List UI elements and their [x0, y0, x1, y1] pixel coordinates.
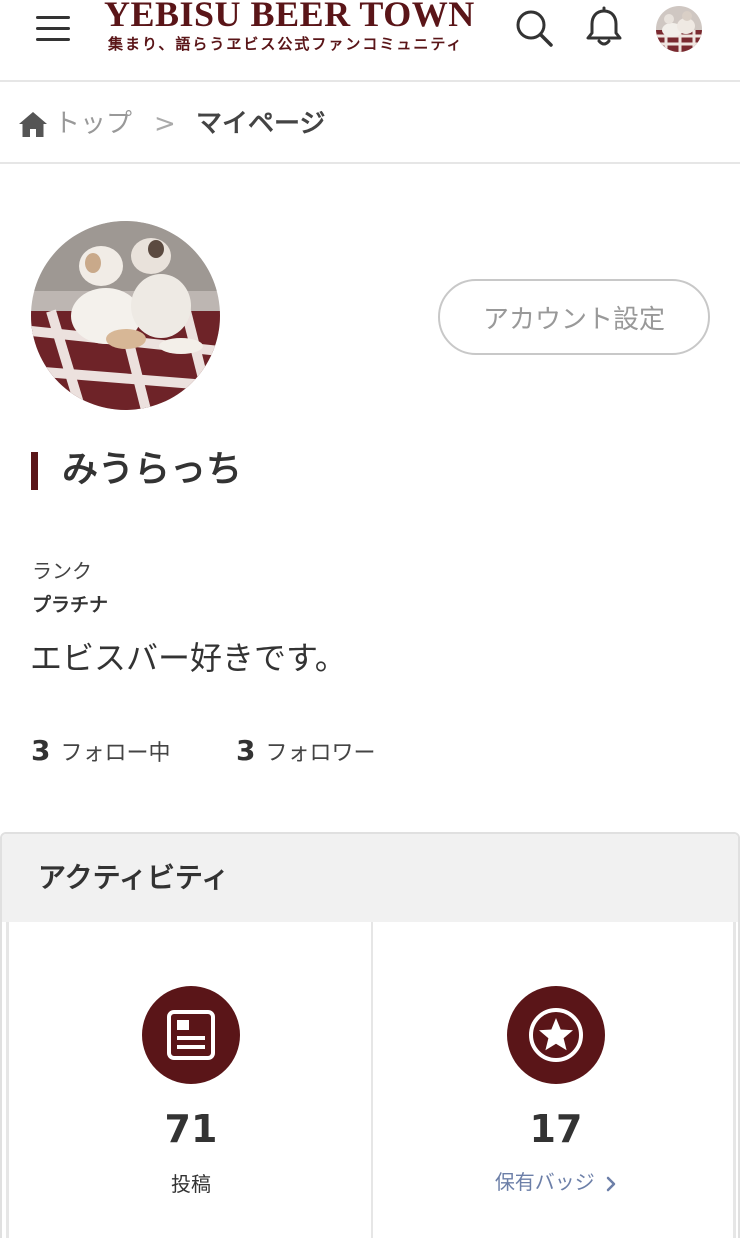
posts-count: 71	[164, 1107, 218, 1151]
breadcrumb-current: マイページ	[196, 109, 326, 139]
following-link[interactable]: 3 フォロー中	[31, 734, 171, 767]
activity-grid: 71 投稿 17 保有バッジ	[6, 922, 736, 1238]
followers-label: フォロワー	[265, 741, 376, 766]
home-icon	[19, 112, 47, 137]
following-count: 3	[31, 734, 51, 767]
breadcrumb: トップ > マイページ	[0, 84, 740, 164]
breadcrumb-home[interactable]: トップ	[18, 108, 132, 140]
chevron-right-icon	[606, 1176, 616, 1191]
activity-header: アクティビティ	[2, 834, 738, 922]
followers-link[interactable]: 3 フォロワー	[236, 734, 376, 767]
profile-avatar	[31, 221, 220, 410]
logo-title: YEBISU BEER TOWN	[104, 0, 475, 34]
posts-label: 投稿	[171, 1172, 211, 1196]
site-header: YEBISU BEER TOWN 集まり、語らうヱビス公式ファンコミュニティ	[0, 0, 740, 82]
menu-icon[interactable]	[36, 14, 70, 44]
logo-subtitle: 集まり、語らうヱビス公式ファンコミュニティ	[108, 35, 464, 53]
user-name: みうらっち	[62, 449, 243, 490]
search-icon[interactable]	[512, 6, 556, 50]
site-logo[interactable]: YEBISU BEER TOWN 集まり、語らうヱビス公式ファンコミュニティ	[104, 0, 484, 58]
breadcrumb-separator: >	[154, 109, 176, 139]
badges-label: 保有バッジ	[494, 1170, 595, 1194]
star-badge-icon	[507, 986, 605, 1084]
name-accent-bar	[31, 452, 38, 490]
activity-panel: アクティビティ 71 投稿 17 保有バッジ	[0, 832, 740, 1238]
user-bio: エビスバー好きです。	[30, 639, 347, 677]
badges-count: 17	[529, 1107, 583, 1151]
posts-stat[interactable]: 71 投稿	[9, 922, 373, 1238]
following-label: フォロー中	[60, 741, 171, 766]
account-settings-button[interactable]: アカウント設定	[438, 279, 710, 355]
header-avatar[interactable]	[656, 6, 702, 52]
breadcrumb-home-label: トップ	[54, 109, 133, 139]
document-icon	[142, 986, 240, 1084]
badges-link[interactable]: 保有バッジ	[374, 1168, 738, 1196]
activity-title: アクティビティ	[38, 861, 230, 894]
badges-stat: 17 保有バッジ	[374, 922, 738, 1238]
bell-icon[interactable]	[582, 6, 626, 50]
followers-count: 3	[236, 734, 256, 767]
rank-value: プラチナ	[32, 594, 109, 616]
rank-label: ランク	[32, 559, 92, 583]
